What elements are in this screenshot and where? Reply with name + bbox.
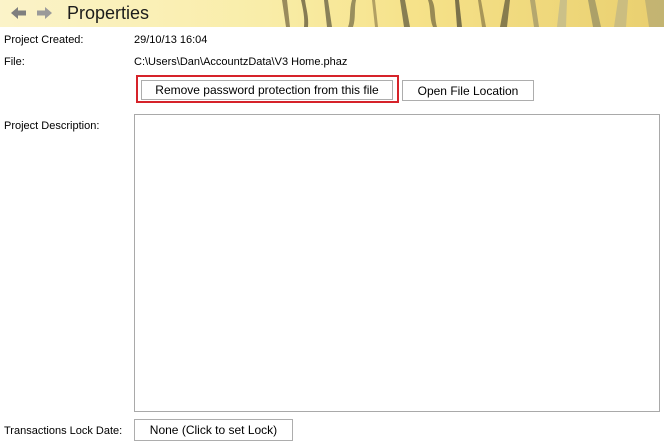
header-bar: Properties — [0, 0, 664, 27]
page-title: Properties — [67, 3, 150, 23]
transactions-lock-date-label: Transactions Lock Date: — [4, 425, 123, 437]
remove-password-button[interactable]: Remove password protection from this fil… — [141, 80, 393, 100]
project-created-label: Project Created: — [4, 34, 84, 46]
set-lock-date-button[interactable]: None (Click to set Lock) — [134, 419, 293, 441]
project-created-value: 29/10/13 16:04 — [134, 34, 208, 46]
open-file-location-button[interactable]: Open File Location — [402, 80, 534, 101]
project-description-label: Project Description: — [4, 120, 100, 132]
project-description-input[interactable] — [134, 114, 660, 412]
file-path-value: C:\Users\Dan\AccountzData\V3 Home.phaz — [134, 56, 348, 68]
arrow-left-icon[interactable] — [10, 6, 27, 20]
arrow-right-icon[interactable] — [36, 6, 53, 20]
file-label: File: — [4, 56, 25, 68]
